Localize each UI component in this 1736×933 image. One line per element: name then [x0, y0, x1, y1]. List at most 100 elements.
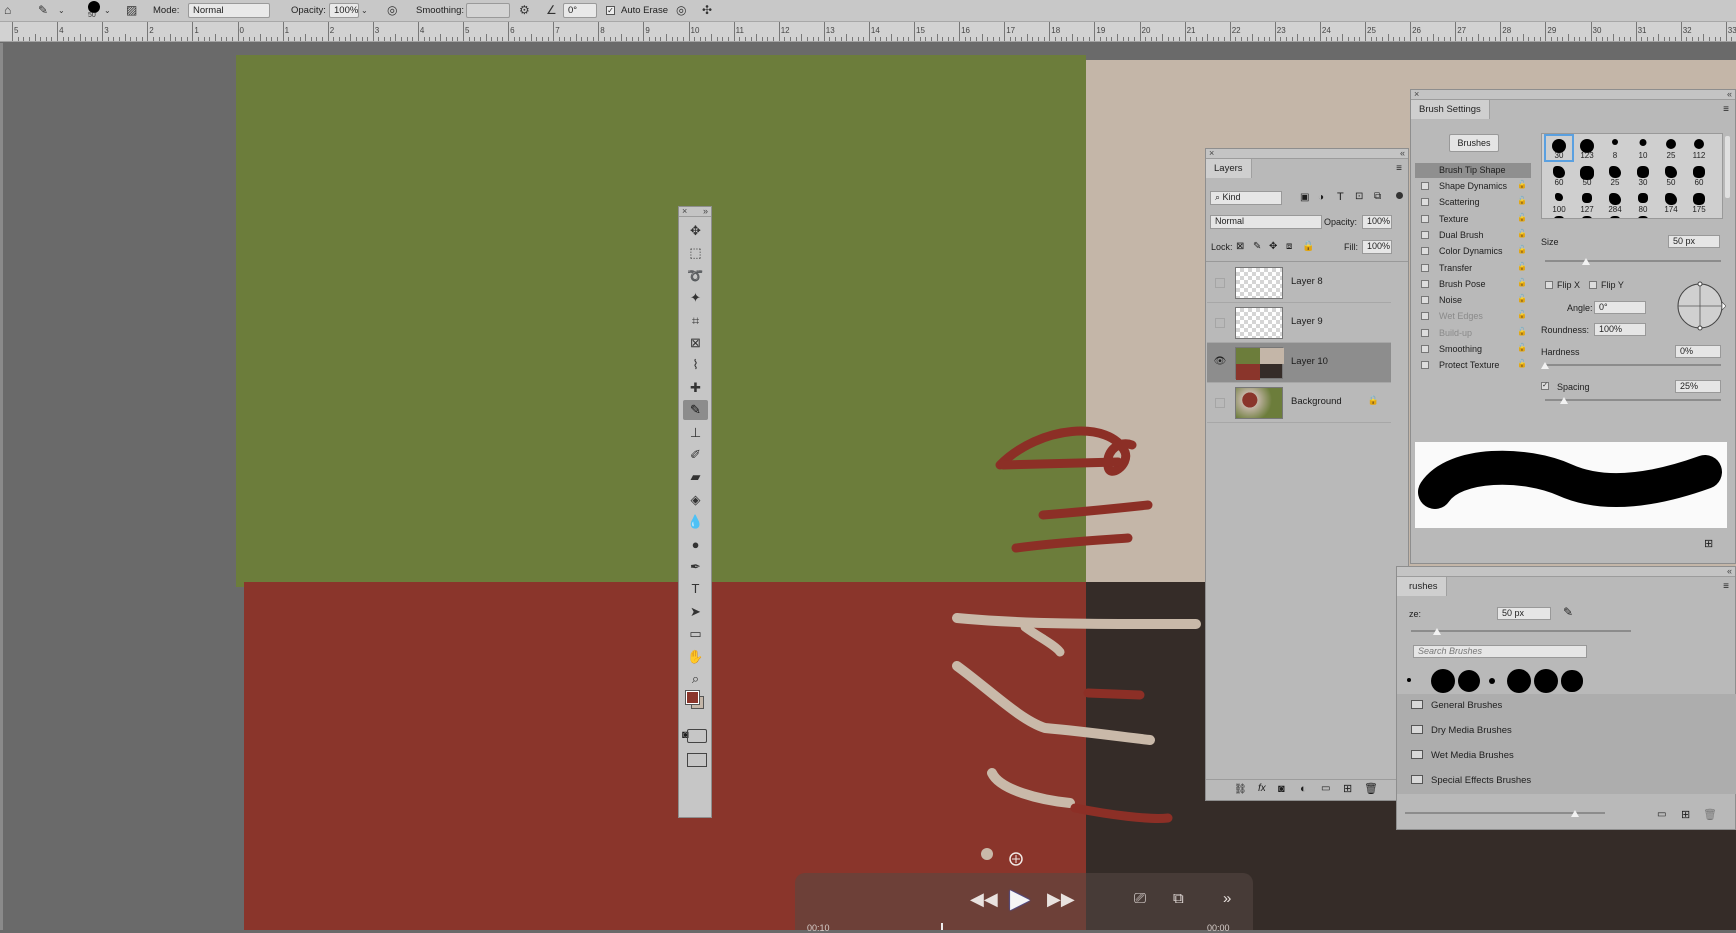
filter-toggle-icon[interactable] [1396, 192, 1403, 199]
brush-tip-preset[interactable]: 80 [1630, 190, 1656, 214]
layers-panel-header[interactable]: × « [1206, 148, 1408, 159]
lock-icon[interactable]: 🔓 [1517, 278, 1527, 287]
close-icon[interactable]: × [682, 206, 687, 216]
recent-brush-tip[interactable] [1431, 669, 1455, 693]
close-icon[interactable]: × [1414, 89, 1419, 99]
link-layers-icon[interactable]: ⛓ [1234, 784, 1247, 795]
history-brush-tool-icon[interactable]: ✐ [683, 445, 708, 465]
lock-icon[interactable]: 🔓 [1517, 245, 1527, 254]
spacing-checkbox[interactable]: ✓ [1541, 382, 1549, 390]
brush-option-checkbox[interactable] [1421, 198, 1429, 207]
brush-tip-preset[interactable]: 10 [1630, 136, 1656, 160]
brush-tip-preset[interactable]: 112 [1686, 136, 1712, 160]
brush-tip-preset[interactable]: 30 [1630, 163, 1656, 187]
brush-tip-preset[interactable]: 8 [1602, 136, 1628, 160]
new-group-icon[interactable]: ▭ [1657, 809, 1666, 820]
layer-row[interactable]: 👁 Layer 10 [1207, 343, 1391, 383]
lock-icon[interactable]: 🔓 [1517, 343, 1527, 352]
blur-tool-icon[interactable]: 💧 [683, 512, 708, 532]
fast-forward-icon[interactable]: ▶▶ [1047, 889, 1075, 909]
zoom-tool-icon[interactable]: ⌕ [683, 669, 708, 689]
lasso-tool-icon[interactable]: ➰ [683, 266, 708, 286]
spacing-slider-thumb[interactable] [1560, 397, 1568, 404]
brush-option-item[interactable]: Transfer 🔓 [1415, 261, 1529, 276]
brush-folder[interactable]: Wet Media Brushes [1405, 744, 1705, 768]
brush-tip-preset[interactable]: 174 [1658, 190, 1684, 214]
crop-tool-icon[interactable]: ⌗ [683, 311, 708, 331]
panel-menu-icon[interactable]: ≡ [1396, 163, 1402, 174]
rewind-icon[interactable]: ◀◀ [970, 889, 998, 909]
scrollbar[interactable] [1725, 136, 1730, 198]
brush-option-checkbox[interactable] [1421, 182, 1429, 190]
marquee-tool-icon[interactable]: ⬚ [683, 243, 708, 263]
lock-icon[interactable]: 🔓 [1517, 359, 1527, 368]
brush-tip-preset[interactable]: 30 [1544, 134, 1574, 162]
recent-brush-tip[interactable] [1458, 670, 1480, 692]
more-icon[interactable]: » [1223, 889, 1231, 909]
visibility-toggle[interactable] [1215, 398, 1225, 408]
layer-opacity-input[interactable]: 100% [1362, 215, 1392, 229]
hand-tool-icon[interactable]: ✋ [683, 647, 708, 667]
tab-brushes[interactable]: rushes [1397, 577, 1447, 596]
brush-option-checkbox[interactable] [1421, 279, 1429, 288]
brush-option-item[interactable]: Noise 🔓 [1415, 293, 1529, 308]
lock-image-icon[interactable]: ✎ [1253, 241, 1261, 252]
brush-tip-preset[interactable]: 127 [1574, 190, 1600, 214]
lock-all-icon[interactable]: 🔒 [1302, 241, 1314, 252]
brush-option-item[interactable]: Wet Edges 🔓 [1415, 309, 1529, 324]
visibility-toggle[interactable] [1215, 318, 1225, 328]
lock-icon[interactable]: 🔓 [1517, 310, 1527, 319]
magic-wand-tool-icon[interactable]: ✦ [683, 288, 708, 308]
recent-brush-tip[interactable] [1407, 678, 1411, 682]
lock-icon[interactable]: 🔓 [1517, 294, 1527, 303]
brush-tip-preset[interactable]: 60 [1686, 163, 1712, 187]
color-swatches[interactable] [685, 690, 706, 711]
brush-tip-preset[interactable]: 25 [1602, 163, 1628, 187]
lock-artboard-icon[interactable]: ⧈ [1286, 241, 1292, 252]
layer-row[interactable]: Layer 8 [1207, 263, 1391, 303]
brush-option-checkbox[interactable] [1421, 214, 1429, 223]
tab-brush-settings[interactable]: Brush Settings [1411, 100, 1490, 119]
foreground-color-swatch[interactable] [685, 690, 700, 705]
brush-tip-preset[interactable]: 175 [1686, 190, 1712, 214]
blend-mode-select[interactable]: Normal [1210, 215, 1322, 229]
brush-option-checkbox[interactable] [1421, 247, 1429, 256]
hardness-slider[interactable] [1545, 364, 1721, 366]
brush-option-item[interactable]: Brush Pose 🔓 [1415, 277, 1529, 292]
hardness-slider-thumb[interactable] [1541, 362, 1549, 369]
tab-layers[interactable]: Layers [1206, 159, 1252, 178]
brush-size-slider-thumb[interactable] [1433, 628, 1441, 635]
brush-tip-preset[interactable]: 60 [1546, 163, 1572, 187]
filter-shape-icon[interactable]: ⊡ [1355, 191, 1363, 202]
frame-tool-icon[interactable]: ⊠ [683, 333, 708, 353]
brush-option-checkbox[interactable] [1421, 361, 1429, 370]
angle-input[interactable]: 0° [1594, 301, 1646, 314]
filter-kind-select[interactable]: ⌕ Kind [1210, 191, 1282, 205]
stamp-tool-icon[interactable]: ⊥ [683, 423, 708, 443]
trash-icon[interactable]: 🗑 [1364, 782, 1378, 795]
filter-smart-object-icon[interactable]: ⧉ [1374, 191, 1381, 202]
pen-tool-icon[interactable]: ✒ [683, 557, 708, 577]
angle-roundness-widget[interactable] [1674, 280, 1726, 332]
brushes-panel-header[interactable]: « [1397, 566, 1735, 577]
size-slider-thumb[interactable] [1582, 258, 1590, 265]
pencil-tool-icon[interactable]: ✎ [683, 400, 708, 421]
lock-icon[interactable]: 🔓 [1517, 196, 1527, 205]
move-tool-icon[interactable]: ✥ [683, 221, 708, 241]
brush-option-item[interactable]: Scattering 🔓 [1415, 195, 1529, 210]
flip-y-checkbox[interactable] [1589, 281, 1597, 289]
brush-option-checkbox[interactable] [1421, 263, 1429, 272]
lock-icon[interactable]: 🔓 [1517, 213, 1527, 222]
recent-brush-tip[interactable] [1534, 669, 1558, 693]
adjustment-layer-icon[interactable]: ◐ [1300, 783, 1307, 795]
roundness-input[interactable]: 100% [1594, 323, 1646, 336]
lock-icon[interactable]: 🔓 [1517, 262, 1527, 271]
collapse-icon[interactable]: « [1727, 89, 1732, 99]
fill-input[interactable]: 100% [1362, 240, 1392, 254]
new-group-icon[interactable]: ▭ [1321, 783, 1330, 794]
tools-panel-header[interactable]: × » [679, 206, 711, 217]
brush-option-item[interactable]: Smoothing 🔓 [1415, 342, 1529, 357]
collapse-icon[interactable]: « [1727, 566, 1732, 576]
trash-icon[interactable]: 🗑 [1703, 808, 1717, 821]
brush-option-item[interactable]: Shape Dynamics 🔓 [1415, 179, 1529, 194]
